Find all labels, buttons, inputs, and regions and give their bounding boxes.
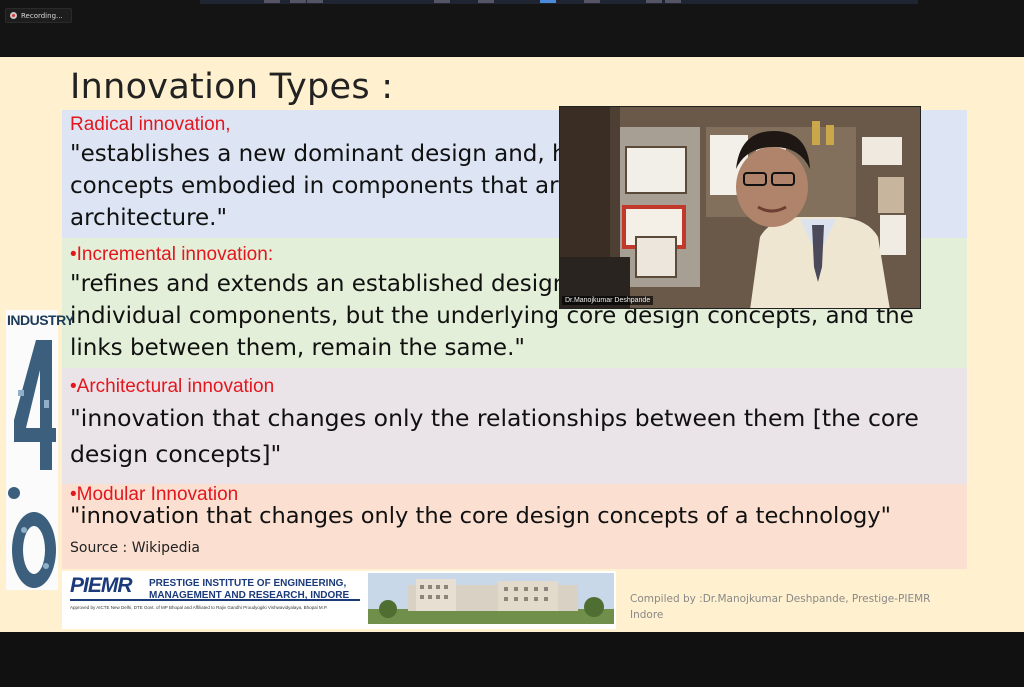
recording-indicator[interactable]: Recording... (5, 8, 72, 23)
approval-text: Approved by AICTE New Delhi, DTE Govt. o… (70, 605, 328, 610)
section-modular: •Modular Innovation "innovation that cha… (62, 484, 967, 569)
industry-label: INDUSTRY (7, 312, 75, 328)
meeting-top-bar: Recording... (0, 0, 1024, 56)
piemr-logo: PIEMR (70, 574, 133, 597)
institute-logo-banner: PIEMR PRESTIGE INSTITUTE OF ENGINEERING,… (62, 571, 616, 629)
section-quote: "innovation that changes only the core d… (70, 503, 891, 529)
recording-icon (10, 12, 17, 19)
campus-photo (368, 573, 614, 624)
presenter-video-tile[interactable]: Dr.Manojkumar Deshpande (559, 106, 921, 309)
industry-4-0-graphic: INDUSTRY (6, 310, 75, 590)
compiled-by-footer: Compiled by :Dr.Manojkumar Deshpande, Pr… (630, 593, 931, 621)
section-label: Radical innovation, (70, 114, 231, 135)
source-text: Source : Wikipedia (70, 540, 200, 556)
participant-name-tag: Dr.Manojkumar Deshpande (562, 296, 654, 305)
section-label: •Architectural innovation (70, 376, 275, 397)
logo-underline (70, 599, 360, 601)
screen-share-strip (200, 0, 918, 4)
recording-label: Recording... (21, 11, 63, 20)
presenter-video-frame (560, 107, 920, 308)
industry-4-0-icon (8, 340, 56, 588)
section-architectural: •Architectural innovation "innovation th… (62, 368, 967, 484)
slide-title: Innovation Types : (70, 67, 394, 107)
section-quote: "innovation that changes only the relati… (70, 404, 919, 468)
meeting-bottom-bar (0, 632, 1024, 687)
section-label: •Incremental innovation: (70, 244, 274, 265)
